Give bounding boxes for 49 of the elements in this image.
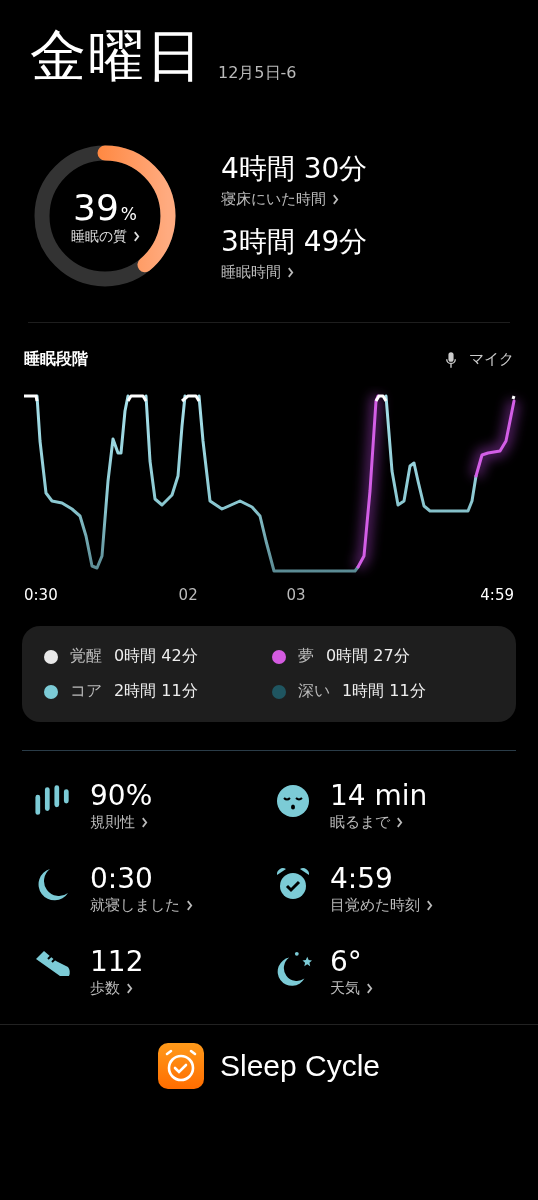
alarm-clock-icon [274, 866, 312, 902]
stage-duration: 0時間 27分 [326, 646, 410, 667]
stage-name: 夢 [298, 646, 314, 667]
time-label: 0:30 [24, 586, 58, 604]
stage-name: コア [70, 681, 102, 702]
microphone-icon [445, 350, 457, 369]
stat-value: 112 [90, 945, 144, 979]
stat-value: 0:30 [90, 862, 154, 896]
percent-sign: % [120, 203, 137, 224]
microphone-label: マイク [469, 350, 514, 369]
chevron-icon [126, 983, 133, 994]
stage-name: 深い [298, 681, 330, 702]
stat-link[interactable]: 目覚めた時刻 [330, 896, 433, 915]
time-label: 02 [178, 586, 198, 604]
stage-duration: 1時間 11分 [342, 681, 426, 702]
quality-link[interactable]: 睡眠の質 [70, 227, 140, 246]
chevron-icon [396, 817, 403, 828]
time-label: 4:59 [480, 586, 514, 604]
stage-duration: 0時間 42分 [114, 646, 198, 667]
stat-value: 4:59 [330, 862, 394, 896]
day-title: 金曜日 [30, 24, 204, 88]
stage-name: 覚醒 [70, 646, 102, 667]
duration-value: 3時間 49分 [221, 224, 368, 260]
duration-link[interactable]: 寝床にいた時間 [221, 190, 368, 209]
chevron-icon [141, 817, 148, 828]
stat-link[interactable]: 規則性 [90, 813, 153, 832]
stat-link[interactable]: 就寝しました [90, 896, 193, 915]
chevron-icon [132, 231, 140, 242]
stat-link[interactable]: 眠るまで [330, 813, 428, 832]
duration-value: 4時間 30分 [221, 151, 368, 187]
chevron-icon [426, 900, 433, 911]
duration-link[interactable]: 睡眠時間 [221, 263, 368, 282]
stat-link[interactable]: 天気 [330, 979, 373, 998]
sleepy-face-icon [274, 783, 312, 819]
app-logo-icon [157, 1043, 204, 1089]
quality-percent: 39 [73, 186, 119, 228]
time-label: 03 [286, 586, 306, 604]
stat-link[interactable]: 歩数 [90, 979, 144, 998]
app-name: Sleep Cycle [219, 1049, 381, 1083]
chevron-icon [186, 900, 193, 911]
chevron-icon [332, 194, 339, 205]
chevron-icon [287, 267, 294, 278]
chevron-icon [366, 983, 373, 994]
stage-duration: 2時間 11分 [114, 681, 198, 702]
date-range: 12月5日-6 [218, 63, 297, 84]
section-title: 睡眠段階 [24, 349, 88, 370]
stat-value: 6° [330, 945, 363, 979]
stat-value: 90% [90, 779, 153, 813]
stat-value: 14 min [330, 779, 428, 813]
